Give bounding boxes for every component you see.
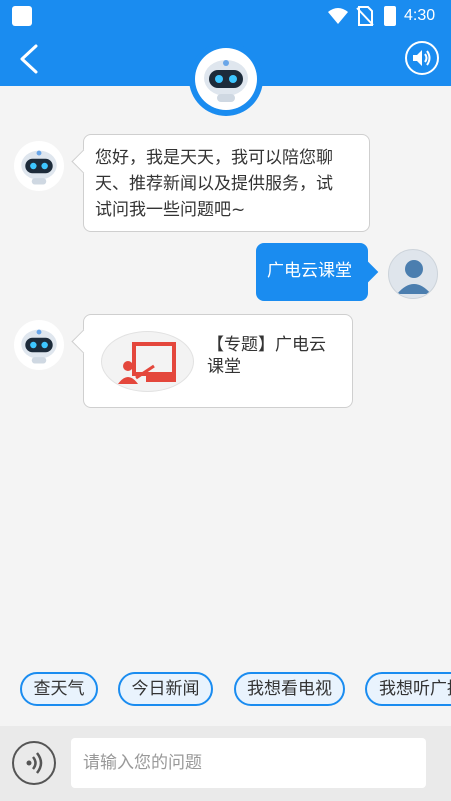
status-bar: 4:30 — [0, 0, 451, 32]
quick-reply-radio[interactable]: 我想听广播 — [365, 672, 451, 706]
speaker-icon — [413, 50, 431, 66]
bot-avatar — [14, 141, 64, 191]
voice-wave-icon — [26, 752, 43, 774]
quick-reply-tv[interactable]: 我想看电视 — [234, 672, 345, 706]
robot-avatar-icon — [21, 150, 57, 185]
user-message-text: 广电云课堂 — [267, 261, 352, 281]
robot-avatar — [204, 60, 248, 102]
sound-button[interactable] — [405, 41, 439, 75]
topic-card-title: 【专题】广电云 课堂 — [207, 334, 326, 378]
classroom-board-icon — [118, 342, 176, 384]
notification-icon — [12, 6, 32, 26]
no-sim-icon — [356, 6, 374, 26]
quick-reply-weather[interactable]: 查天气 — [20, 672, 98, 706]
question-input[interactable] — [71, 738, 426, 788]
user-message-bubble: 广电云课堂 — [256, 243, 368, 301]
battery-icon — [384, 6, 396, 26]
wifi-icon — [328, 8, 348, 24]
topic-card-image — [101, 331, 194, 392]
message-line: 试问我一些问题吧~ — [95, 200, 246, 220]
bot-header-avatar — [189, 42, 263, 116]
user-silhouette-icon — [397, 260, 431, 294]
message-line: 天、推荐新闻以及提供服务，试 — [95, 174, 333, 194]
topic-card[interactable]: 【专题】广电云 课堂 — [83, 314, 353, 408]
bot-avatar — [14, 320, 64, 370]
topic-card-title-line: 课堂 — [207, 357, 241, 377]
robot-avatar-icon — [21, 329, 57, 364]
chevron-left-icon — [20, 44, 38, 74]
quick-reply-news[interactable]: 今日新闻 — [118, 672, 213, 706]
back-button[interactable] — [14, 40, 44, 78]
status-time: 4:30 — [404, 7, 436, 24]
user-avatar — [388, 249, 438, 299]
bot-message-bubble: 您好，我是天天，我可以陪您聊 天、推荐新闻以及提供服务，试 试问我一些问题吧~ — [83, 134, 370, 232]
message-line: 您好，我是天天，我可以陪您聊 — [95, 148, 333, 168]
topic-card-title-line: 【专题】广电云 — [207, 335, 326, 355]
voice-input-button[interactable] — [12, 741, 56, 785]
